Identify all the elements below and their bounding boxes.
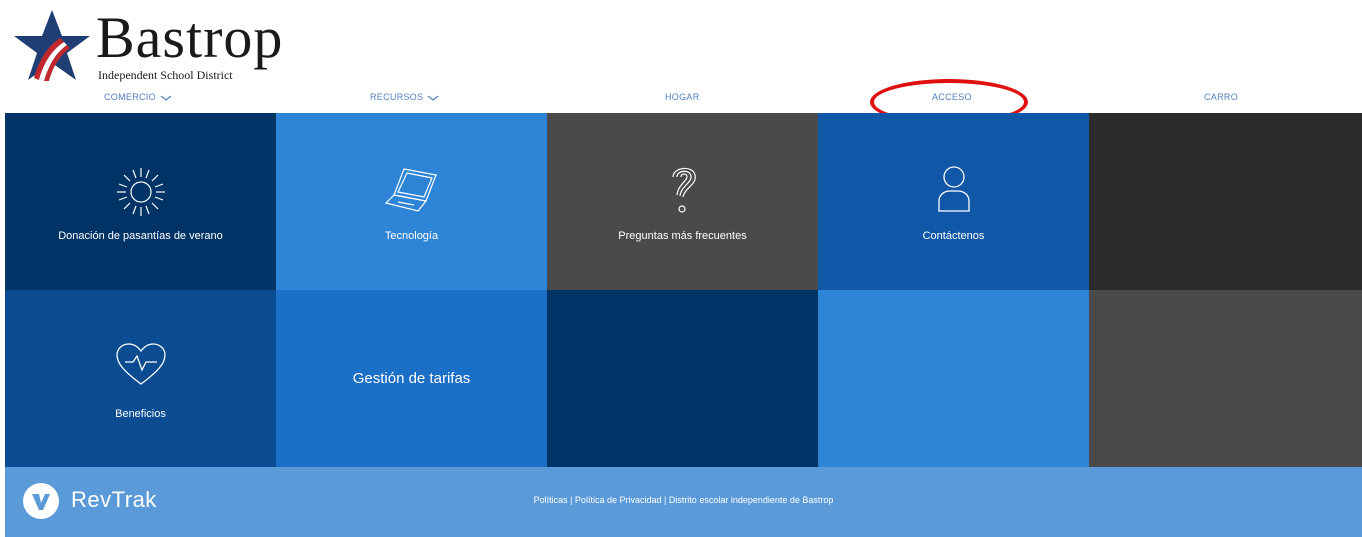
heartbeat-icon (115, 342, 167, 393)
tile-donacion[interactable]: Donación de pasantías de verano (5, 113, 276, 290)
tile-empty (1089, 290, 1362, 467)
tile-preguntas[interactable]: Preguntas más frecuentes (547, 113, 818, 290)
nav-item-label: COMERCIO (104, 92, 156, 102)
tile-label: Contáctenos (922, 230, 985, 242)
chevron-down-icon (427, 93, 439, 103)
nav-item-label: CARRO (1204, 92, 1239, 102)
logo-subtitle: Independent School District (98, 68, 233, 82)
tile-empty (547, 290, 818, 467)
nav-item-comercio[interactable]: COMERCIO (104, 92, 172, 103)
tile-contactenos[interactable]: Contáctenos (818, 113, 1089, 290)
tile-label: Beneficios (115, 408, 166, 420)
tile-grid: Donación de pasantías de verano Tecnolog… (5, 113, 1362, 467)
nav-item-hogar[interactable]: HOGAR (665, 92, 700, 102)
tile-beneficios[interactable]: Beneficios (5, 290, 276, 467)
tile-empty (1089, 113, 1362, 290)
tile-label: Tecnología (384, 230, 439, 242)
tile-label: Donación de pasantías de verano (58, 230, 223, 242)
nav-item-label: ACCESO (932, 92, 972, 102)
star-flag-icon (14, 10, 90, 81)
person-icon (936, 165, 972, 218)
tile-tecnologia[interactable]: Tecnología (276, 113, 547, 290)
tile-label: Gestión de tarifas (352, 370, 471, 387)
tile-label: Preguntas más frecuentes (618, 230, 747, 242)
footer-links[interactable]: Políticas | Política de Privacidad | Dis… (5, 495, 1362, 505)
nav-item-label: RECURSOS (370, 92, 424, 102)
chevron-down-icon (160, 93, 172, 103)
footer: RevTrak Políticas | Política de Privacid… (5, 467, 1362, 537)
question-icon (665, 163, 701, 224)
laptop-icon (382, 165, 442, 220)
nav-item-acceso[interactable]: ACCESO (932, 92, 972, 102)
logo-name: Bastrop (96, 5, 284, 70)
tile-gestion-tarifas[interactable]: Gestión de tarifas (276, 290, 547, 467)
nav-item-label: HOGAR (665, 92, 700, 102)
bastrop-logo[interactable]: Bastrop Independent School District (12, 6, 302, 84)
main-nav: COMERCIO RECURSOS HOGAR ACCESO CARRO (0, 88, 1362, 112)
sun-icon (114, 165, 168, 224)
nav-item-carro[interactable]: CARRO (1204, 92, 1238, 102)
tile-empty (818, 290, 1089, 467)
nav-item-recursos[interactable]: RECURSOS (370, 92, 439, 103)
